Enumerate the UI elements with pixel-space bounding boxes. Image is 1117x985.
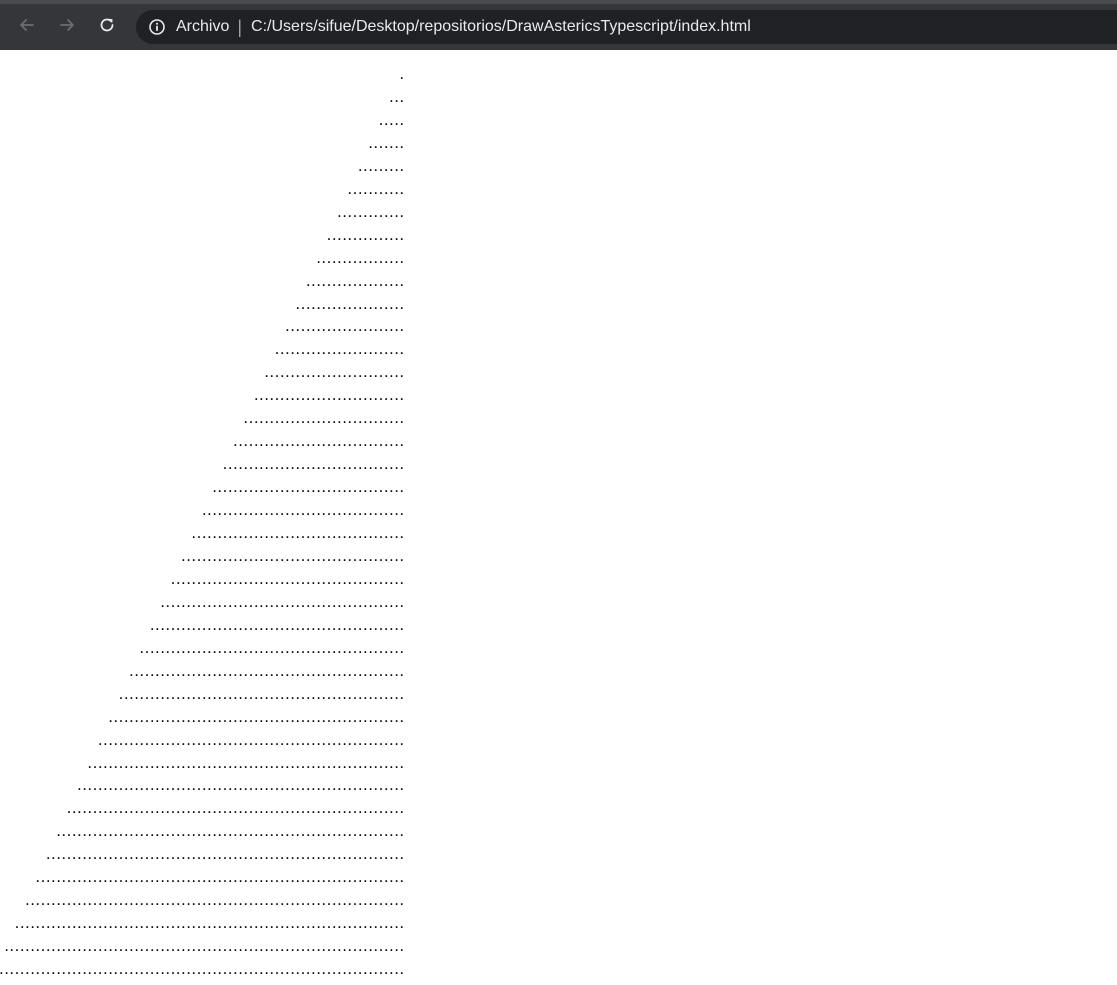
- pyramid-row: .....................: [295, 295, 405, 313]
- url-text[interactable]: C:/Users/sifue/Desktop/repositorios/Draw…: [251, 18, 751, 36]
- pyramid-row: ........................................…: [191, 525, 405, 542]
- pyramid-row: ........................................…: [15, 915, 405, 933]
- pyramid-row: ........................................…: [129, 662, 405, 680]
- pyramid-row: ...............................: [243, 410, 405, 428]
- pyramid-row: ........................................…: [0, 961, 405, 979]
- pyramid-row: ........................................…: [4, 938, 405, 956]
- pyramid-row: .....: [379, 111, 405, 129]
- pyramid-row: .............: [337, 203, 405, 221]
- pyramid-row: ........................................…: [181, 547, 405, 565]
- reload-icon: [98, 16, 116, 39]
- pyramid-row: ...: [389, 88, 405, 106]
- pyramid-row: .............................: [254, 387, 405, 405]
- pyramid-row: ........................................…: [150, 616, 405, 634]
- pyramid-row: .: [399, 66, 405, 83]
- pyramid-row: .........: [358, 157, 405, 175]
- scheme-label[interactable]: Archivo: [176, 18, 229, 36]
- pyramid-row: ...........: [347, 180, 405, 198]
- pyramid-row: ........................................…: [46, 846, 405, 864]
- omnibox-separator: |: [237, 16, 243, 37]
- pyramid-row: ........................................…: [171, 570, 405, 588]
- pyramid-row: .......: [368, 134, 405, 152]
- back-button[interactable]: [12, 12, 42, 42]
- pyramid-row: ........................................…: [87, 754, 405, 772]
- pyramid-row: ........................................…: [25, 892, 405, 910]
- pyramid-row: ........................................…: [139, 639, 405, 657]
- pyramid-row: .....................................: [212, 479, 405, 497]
- pyramid-row: .................: [316, 249, 405, 267]
- arrow-left-icon: [18, 16, 36, 39]
- pyramid-row: ...................................: [223, 456, 405, 474]
- pyramid-row: ...................: [306, 272, 405, 290]
- pyramid-row: ........................................…: [67, 800, 405, 818]
- pyramid-row: ........................................…: [35, 869, 405, 887]
- pyramid-row: ........................................…: [56, 823, 405, 841]
- pyramid-row: ........................................…: [108, 708, 405, 726]
- page-content: ........................................…: [0, 50, 1117, 985]
- pyramid-row: .......................: [285, 318, 405, 336]
- pyramid-row: ........................................…: [160, 593, 405, 611]
- dot-pyramid: ........................................…: [0, 50, 405, 985]
- pyramid-row: ........................................…: [98, 731, 405, 749]
- forward-button[interactable]: [52, 12, 82, 42]
- arrow-right-icon: [58, 16, 76, 39]
- pyramid-row: ........................................…: [77, 777, 405, 795]
- pyramid-row: ...........................: [264, 364, 405, 382]
- pyramid-row: ........................................…: [119, 685, 405, 703]
- address-bar[interactable]: Archivo | C:/Users/sifue/Desktop/reposit…: [136, 10, 1117, 44]
- pyramid-row: .........................: [275, 341, 405, 359]
- pyramid-row: ...............: [327, 226, 405, 244]
- info-circle-icon[interactable]: [148, 18, 166, 36]
- reload-button[interactable]: [92, 12, 122, 42]
- pyramid-row: .................................: [233, 433, 405, 451]
- pyramid-row: .......................................: [202, 502, 405, 520]
- browser-toolbar: Archivo | C:/Users/sifue/Desktop/reposit…: [0, 0, 1117, 50]
